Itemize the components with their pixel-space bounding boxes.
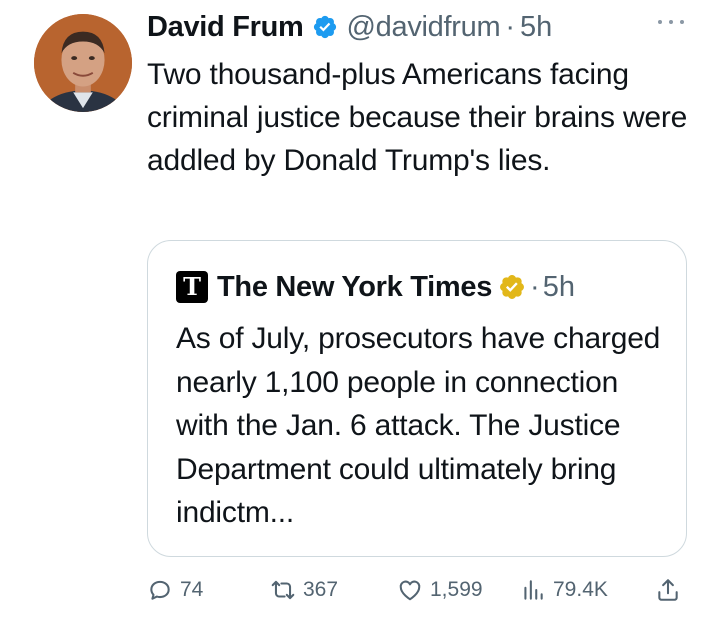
- gold-verified-icon[interactable]: [498, 273, 526, 301]
- reply-icon: [150, 580, 170, 600]
- views-button[interactable]: 79.4K: [520, 572, 608, 608]
- repost-count: 367: [303, 578, 339, 601]
- quote-text: As of July, prosecutors have charged nea…: [176, 322, 661, 529]
- reply-button[interactable]: 74: [147, 572, 203, 608]
- like-button[interactable]: 1,599: [397, 572, 483, 608]
- repost-button[interactable]: 367: [270, 572, 338, 608]
- author-name[interactable]: David Frum: [147, 11, 304, 44]
- verified-icon[interactable]: [312, 14, 338, 40]
- share-icon: [658, 579, 678, 601]
- tweet-header: David Frum @davidfrum · 5h: [147, 7, 552, 47]
- quoted-tweet[interactable]: T The New York Times · 5h As of July, pr…: [147, 240, 687, 557]
- share-button[interactable]: [655, 572, 681, 608]
- author-handle[interactable]: @davidfrum: [347, 11, 501, 44]
- tweet-text: Two thousand-plus Americans facing crimi…: [147, 58, 688, 177]
- quote-timestamp[interactable]: 5h: [543, 271, 575, 304]
- reply-count: 74: [180, 578, 204, 601]
- avatar[interactable]: [34, 14, 132, 112]
- quote-separator-dot: ·: [530, 270, 540, 303]
- like-count: 1,599: [430, 578, 483, 601]
- more-icon[interactable]: [655, 16, 687, 28]
- views-icon: [524, 580, 543, 600]
- action-bar: 74 367 1,599 79.4K: [147, 572, 692, 608]
- nyt-logo-icon: T: [176, 271, 208, 303]
- views-count: 79.4K: [553, 578, 608, 601]
- repost-icon: [271, 580, 295, 600]
- separator-dot: ·: [505, 10, 515, 43]
- quote-header: T The New York Times · 5h: [176, 269, 575, 305]
- quote-author-name[interactable]: The New York Times: [217, 271, 492, 304]
- timestamp[interactable]: 5h: [520, 11, 552, 44]
- profile-photo: [34, 14, 132, 112]
- heart-icon: [399, 580, 421, 601]
